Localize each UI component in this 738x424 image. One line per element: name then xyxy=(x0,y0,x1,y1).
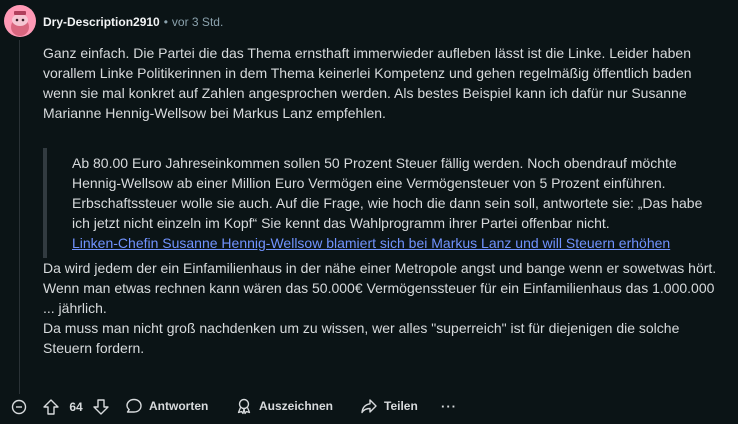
author-username[interactable]: Dry-Description2910 xyxy=(43,15,160,29)
reply-button[interactable]: Antworten xyxy=(125,397,208,415)
comment-header: Dry-Description2910 • vor 3 Std. xyxy=(43,14,223,30)
share-button[interactable]: Teilen xyxy=(360,397,418,415)
user-avatar[interactable] xyxy=(4,5,36,37)
comment-paragraph: Da muss man nicht groß nachdenken um zu … xyxy=(43,320,680,356)
comment-paragraph: Ganz einfach. Die Partei die das Thema e… xyxy=(43,45,692,121)
award-label: Auszeichnen xyxy=(259,399,334,413)
award-button[interactable]: Auszeichnen xyxy=(235,397,333,415)
comment-paragraph: Da wird jedem der ein Einfamilienhaus in… xyxy=(43,260,717,316)
vote-count: 64 xyxy=(69,400,83,414)
article-link[interactable]: Linken-Chefin Susanne Hennig-Wellsow bla… xyxy=(72,235,670,251)
upvote-arrow-icon xyxy=(43,399,59,415)
speech-bubble-icon xyxy=(126,398,142,413)
meta-separator: • xyxy=(163,15,168,29)
snoo-avatar-icon xyxy=(11,11,29,36)
vote-controls: 64 xyxy=(41,397,111,417)
comment-timestamp[interactable]: vor 3 Std. xyxy=(172,15,223,29)
thread-line xyxy=(19,40,20,394)
comment-body: Ganz einfach. Die Partei die das Thema e… xyxy=(43,43,728,358)
downvote-button[interactable] xyxy=(91,397,111,417)
reply-label: Antworten xyxy=(149,399,209,413)
blockquote: Ab 80.00 Euro Jahreseinkommen sollen 50 … xyxy=(43,148,712,258)
upvote-button[interactable] xyxy=(41,397,61,417)
comment-action-bar: 64 Antworten Auszeichnen Teilen ··· xyxy=(0,395,738,421)
collapse-minus-icon xyxy=(11,399,27,415)
more-options-button[interactable]: ··· xyxy=(441,399,457,414)
award-medal-icon xyxy=(237,398,251,415)
share-label: Teilen xyxy=(384,399,418,413)
quote-text: Ab 80.00 Euro Jahreseinkommen sollen 50 … xyxy=(72,155,703,231)
share-arrow-icon xyxy=(361,399,377,414)
downvote-arrow-icon xyxy=(93,399,109,415)
collapse-thread-button[interactable] xyxy=(11,399,27,415)
